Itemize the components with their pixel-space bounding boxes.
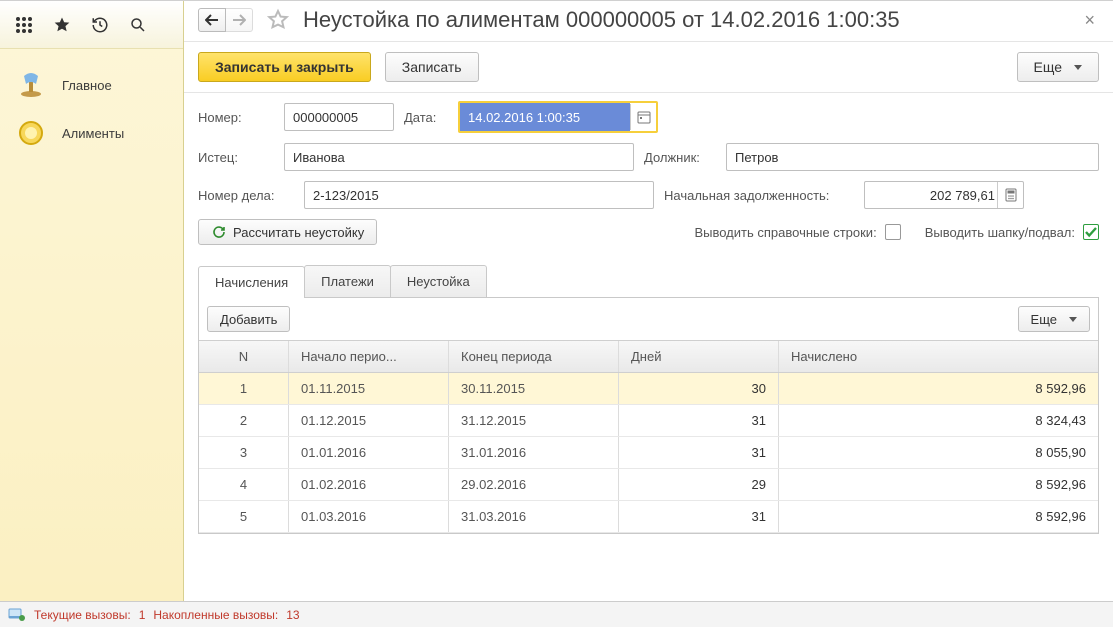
case-field[interactable]: 2-123/2015 xyxy=(304,181,654,209)
cell-end: 31.03.2016 xyxy=(449,501,619,532)
table-row[interactable]: 301.01.201631.01.2016318 055,90 xyxy=(199,437,1098,469)
table-row[interactable]: 201.12.201531.12.2015318 324,43 xyxy=(199,405,1098,437)
add-button[interactable]: Добавить xyxy=(207,306,290,332)
plaintiff-field[interactable]: Иванова xyxy=(284,143,634,171)
debt-field[interactable]: 202 789,61 xyxy=(864,181,1024,209)
cell-start: 01.02.2016 xyxy=(289,469,449,500)
lamp-icon xyxy=(14,71,48,99)
cell-end: 31.12.2015 xyxy=(449,405,619,436)
cell-n: 4 xyxy=(199,469,289,500)
cell-amount: 8 324,43 xyxy=(779,405,1098,436)
status-bar: Текущие вызовы: 1 Накопленные вызовы: 13 xyxy=(0,601,1113,627)
save-button[interactable]: Записать xyxy=(385,52,479,82)
col-days[interactable]: Дней xyxy=(619,341,779,372)
col-start[interactable]: Начало перио... xyxy=(289,341,449,372)
debtor-field[interactable]: Петров xyxy=(726,143,1099,171)
col-n[interactable]: N xyxy=(199,341,289,372)
sidebar-item-label: Главное xyxy=(62,78,112,93)
cell-days: 31 xyxy=(619,405,779,436)
history-icon[interactable] xyxy=(90,15,110,35)
cell-start: 01.03.2016 xyxy=(289,501,449,532)
cell-start: 01.11.2015 xyxy=(289,373,449,404)
col-amount[interactable]: Начислено xyxy=(779,341,1098,372)
cell-n: 1 xyxy=(199,373,289,404)
tab-penalty[interactable]: Неустойка xyxy=(390,265,487,297)
opt-ref-checkbox[interactable] xyxy=(885,224,901,240)
sidebar-item-aliments[interactable]: Алименты xyxy=(8,109,175,157)
coin-icon xyxy=(14,119,48,147)
tabs: Начисления Платежи Неустойка xyxy=(198,265,1099,298)
tab-payments[interactable]: Платежи xyxy=(304,265,391,297)
cell-start: 01.12.2015 xyxy=(289,405,449,436)
cell-days: 31 xyxy=(619,437,779,468)
cell-amount: 8 592,96 xyxy=(779,501,1098,532)
cell-n: 2 xyxy=(199,405,289,436)
cell-days: 30 xyxy=(619,373,779,404)
status-icon xyxy=(8,607,26,623)
favorite-icon[interactable] xyxy=(265,7,291,33)
cell-n: 3 xyxy=(199,437,289,468)
sidebar: Главное Алименты xyxy=(0,1,184,601)
toolbar: Записать и закрыть Записать Еще xyxy=(184,42,1113,93)
search-icon[interactable] xyxy=(128,15,148,35)
case-label: Номер дела: xyxy=(198,188,294,203)
apps-icon[interactable] xyxy=(14,15,34,35)
cell-start: 01.01.2016 xyxy=(289,437,449,468)
status-current-label: Текущие вызовы: xyxy=(34,608,131,622)
cell-amount: 8 055,90 xyxy=(779,437,1098,468)
debt-label: Начальная задолженность: xyxy=(664,188,854,203)
page-title: Неустойка по алиментам 000000005 от 14.0… xyxy=(303,7,900,33)
tab-accruals[interactable]: Начисления xyxy=(198,266,305,298)
status-current-value: 1 xyxy=(139,608,146,622)
sidebar-item-label: Алименты xyxy=(62,126,124,141)
cell-days: 29 xyxy=(619,469,779,500)
star-icon[interactable] xyxy=(52,15,72,35)
debtor-label: Должник: xyxy=(644,150,716,165)
refresh-icon xyxy=(211,224,227,240)
calculate-button[interactable]: Рассчитать неустойку xyxy=(198,219,377,245)
grid-more-button[interactable]: Еще xyxy=(1018,306,1090,332)
cell-end: 31.01.2016 xyxy=(449,437,619,468)
cell-end: 30.11.2015 xyxy=(449,373,619,404)
status-accum-label: Накопленные вызовы: xyxy=(153,608,278,622)
cell-end: 29.02.2016 xyxy=(449,469,619,500)
cell-n: 5 xyxy=(199,501,289,532)
save-close-button[interactable]: Записать и закрыть xyxy=(198,52,371,82)
more-button[interactable]: Еще xyxy=(1017,52,1100,82)
number-label: Номер: xyxy=(198,110,274,125)
close-icon[interactable]: × xyxy=(1080,10,1099,31)
calculator-icon[interactable] xyxy=(997,182,1023,208)
status-accum-value: 13 xyxy=(286,608,299,622)
nav-back-button[interactable] xyxy=(198,8,226,32)
calendar-icon[interactable] xyxy=(630,104,656,130)
titlebar: Неустойка по алиментам 000000005 от 14.0… xyxy=(184,1,1113,42)
table-row[interactable]: 501.03.201631.03.2016318 592,96 xyxy=(199,501,1098,533)
table-row[interactable]: 101.11.201530.11.2015308 592,96 xyxy=(199,373,1098,405)
plaintiff-label: Истец: xyxy=(198,150,274,165)
opt-head-checkbox[interactable] xyxy=(1083,224,1099,240)
table-row[interactable]: 401.02.201629.02.2016298 592,96 xyxy=(199,469,1098,501)
nav-forward-button[interactable] xyxy=(225,8,253,32)
cell-amount: 8 592,96 xyxy=(779,469,1098,500)
sidebar-item-main[interactable]: Главное xyxy=(8,61,175,109)
col-end[interactable]: Конец периода xyxy=(449,341,619,372)
grid: N Начало перио... Конец периода Дней Нач… xyxy=(199,340,1098,533)
number-field[interactable]: 000000005 xyxy=(284,103,394,131)
date-label: Дата: xyxy=(404,110,448,125)
opt-head-label: Выводить шапку/подвал: xyxy=(925,225,1075,240)
sidebar-toolbar xyxy=(0,1,183,49)
date-field[interactable]: 14.02.2016 1:00:35 xyxy=(458,101,658,133)
opt-ref-label: Выводить справочные строки: xyxy=(694,225,876,240)
cell-days: 31 xyxy=(619,501,779,532)
cell-amount: 8 592,96 xyxy=(779,373,1098,404)
